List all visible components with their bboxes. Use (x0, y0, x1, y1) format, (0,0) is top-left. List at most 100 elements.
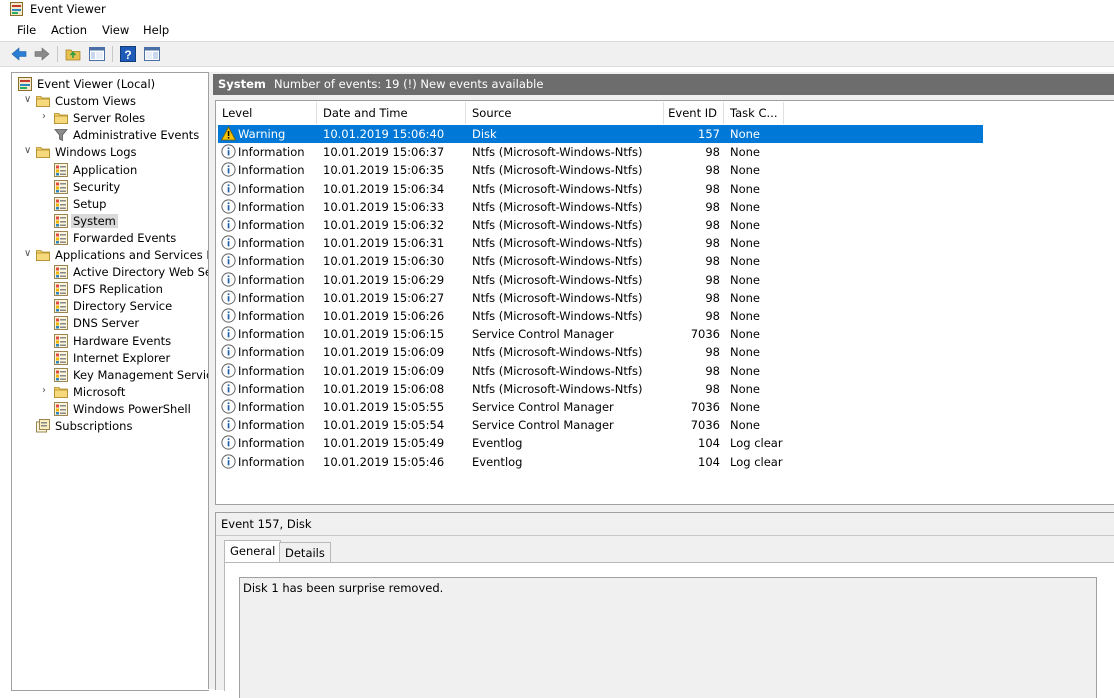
tree-item-dfs-replication[interactable]: DFS Replication (12, 281, 208, 298)
event-row[interactable]: Information 10.01.2019 15:06:33 Ntfs (Micr… (218, 198, 983, 216)
event-row[interactable]: Information 10.01.2019 15:06:15 Service Co… (218, 325, 983, 343)
event-source: Ntfs (Microsoft-Windows-Ntfs) (472, 218, 643, 232)
tree-item-label: Applications and Services Lo (55, 248, 220, 262)
tree-item-active-directory-web-ser[interactable]: Active Directory Web Ser (12, 264, 217, 281)
event-row[interactable]: Information 10.01.2019 15:06:27 Ntfs (Micr… (218, 289, 983, 307)
event-row[interactable]: Information 10.01.2019 15:05:55 Service Co… (218, 398, 983, 416)
event-row[interactable]: Information 10.01.2019 15:06:26 Ntfs (Micr… (218, 307, 983, 325)
event-row[interactable]: Information 10.01.2019 15:06:30 Ntfs (Micr… (218, 252, 983, 270)
event-row[interactable]: Information 10.01.2019 15:05:46 Eventlog 10… (218, 453, 983, 471)
event-level: Information (238, 309, 305, 323)
tree-item-windows-logs[interactable]: ∨ Windows Logs (12, 144, 208, 161)
tree-item-label: Microsoft (73, 384, 126, 399)
log-event-count[interactable]: Number of events: 19 (!) New events avai… (274, 77, 543, 91)
log-icon (54, 316, 68, 331)
menu-action[interactable]: Action (51, 23, 87, 37)
information-icon (221, 453, 236, 469)
chevron-down-icon[interactable]: ∨ (24, 94, 34, 106)
log-icon (54, 265, 68, 280)
chevron-down-icon[interactable]: ∨ (24, 145, 34, 157)
event-task-category: None (730, 145, 761, 160)
properties-icon[interactable] (143, 45, 161, 63)
chevron-down-icon[interactable]: ∨ (24, 248, 34, 260)
tree-item-administrative-events[interactable]: Administrative Events (12, 127, 208, 144)
tree-item-subscriptions[interactable]: Subscriptions (12, 418, 208, 435)
event-id: 98 (705, 199, 720, 214)
event-task-category: None (730, 290, 761, 305)
event-level: Information (238, 436, 305, 451)
event-id: 7036 (690, 327, 720, 342)
tree-item-application[interactable]: Application (12, 162, 208, 179)
event-row[interactable]: Information 10.01.2019 15:06:32 Ntfs (Micr… (218, 216, 983, 234)
event-level: Information (238, 272, 305, 287)
event-id: 7036 (690, 418, 720, 433)
tree-item-setup[interactable]: Setup (12, 196, 208, 213)
event-date-time: 10.01.2019 15:06:40 (323, 127, 445, 141)
tab-details[interactable]: Details (279, 542, 331, 563)
event-id: 98 (705, 345, 720, 360)
chevron-right-icon[interactable]: › (42, 111, 52, 123)
event-row[interactable]: Information 10.01.2019 15:06:34 Ntfs (Micr… (218, 180, 983, 198)
column-header-event-id[interactable]: Event ID (664, 102, 724, 124)
event-row[interactable]: Warning 10.01.2019 15:06:40 Disk 157 None (218, 125, 983, 143)
tree-item-dns-server[interactable]: DNS Server (12, 315, 208, 332)
log-icon (54, 401, 68, 416)
tree-item-windows-powershell[interactable]: Windows PowerShell (12, 401, 208, 418)
event-row[interactable]: Information 10.01.2019 15:06:08 Ntfs (Micr… (218, 380, 983, 398)
help-icon[interactable]: ? (119, 45, 137, 63)
event-level: Information (238, 290, 305, 305)
back-icon[interactable] (10, 45, 28, 63)
tab-general[interactable]: General (224, 540, 282, 564)
event-row[interactable]: Information 10.01.2019 15:06:29 Ntfs (Micr… (218, 271, 983, 289)
tree-item-label: Setup (73, 196, 107, 211)
event-source: Ntfs (Microsoft-Windows-Ntfs) (472, 254, 643, 269)
event-detail-panel: Event 157, Disk General Details Disk 1 h… (215, 512, 1114, 698)
menu-view[interactable]: View (102, 23, 129, 37)
event-row[interactable]: Information 10.01.2019 15:05:54 Service Co… (218, 416, 983, 434)
event-row[interactable]: Information 10.01.2019 15:06:31 Ntfs (Micr… (218, 234, 983, 252)
event-viewer-app-icon (10, 2, 23, 16)
events-list: Level Date and Time Source Event ID Task… (215, 100, 1114, 505)
event-description-box[interactable]: Disk 1 has been surprise removed. (239, 577, 1097, 698)
tree-item-directory-service[interactable]: Directory Service (12, 298, 208, 315)
column-header-source[interactable]: Source (466, 102, 664, 124)
tree-item-hardware-events[interactable]: Hardware Events (12, 333, 208, 350)
forward-icon[interactable] (33, 45, 51, 63)
event-row[interactable]: Information 10.01.2019 15:06:35 Ntfs (Micr… (218, 161, 983, 179)
column-header-level[interactable]: Level (216, 102, 317, 124)
tree-item-forwarded-events[interactable]: Forwarded Events (12, 230, 208, 247)
tree-item-server-roles[interactable]: › Server Roles (12, 110, 208, 127)
chevron-right-icon[interactable]: › (42, 385, 52, 397)
tree-item-security[interactable]: Security (12, 179, 208, 196)
tree-item-microsoft[interactable]: › Microsoft (12, 384, 208, 401)
event-level: Information (238, 236, 305, 251)
tree-item-internet-explorer[interactable]: Internet Explorer (12, 350, 208, 367)
information-icon (221, 417, 236, 432)
information-icon (221, 217, 236, 232)
event-date-time: 10.01.2019 15:06:37 (323, 145, 445, 160)
tree-item-system[interactable]: System (12, 213, 208, 230)
tree-item-applications-and-services-lo[interactable]: ∨ Applications and Services Lo (12, 247, 220, 264)
event-row[interactable]: Information 10.01.2019 15:05:49 Eventlog 10… (218, 434, 983, 452)
menu-help[interactable]: Help (143, 23, 169, 37)
event-row[interactable]: Information 10.01.2019 15:06:09 Ntfs (Micr… (218, 362, 983, 380)
information-icon (221, 235, 236, 250)
event-row[interactable]: Information 10.01.2019 15:06:37 Ntfs (Micr… (218, 143, 983, 161)
event-task-category: None (730, 381, 761, 396)
tree-item-key-management-service[interactable]: Key Management Service (12, 367, 219, 384)
information-icon (221, 144, 236, 159)
tree-item-custom-views[interactable]: ∨ Custom Views (12, 93, 208, 110)
tree-item-event-viewer-local[interactable]: Event Viewer (Local) (12, 76, 208, 93)
event-source: Ntfs (Microsoft-Windows-Ntfs) (472, 309, 643, 323)
event-date-time: 10.01.2019 15:06:34 (323, 181, 445, 196)
menu-file[interactable]: File (17, 23, 36, 37)
event-row[interactable]: Information 10.01.2019 15:06:09 Ntfs (Micr… (218, 343, 983, 361)
event-date-time: 10.01.2019 15:06:32 (323, 218, 445, 232)
column-header-date-time[interactable]: Date and Time (317, 102, 466, 124)
show-hide-tree-icon[interactable] (88, 45, 106, 63)
up-folder-icon[interactable] (64, 45, 82, 63)
log-icon (54, 196, 68, 211)
log-icon (54, 230, 68, 245)
event-id: 157 (698, 127, 720, 141)
column-header-task-category[interactable]: Task C... (724, 102, 784, 124)
